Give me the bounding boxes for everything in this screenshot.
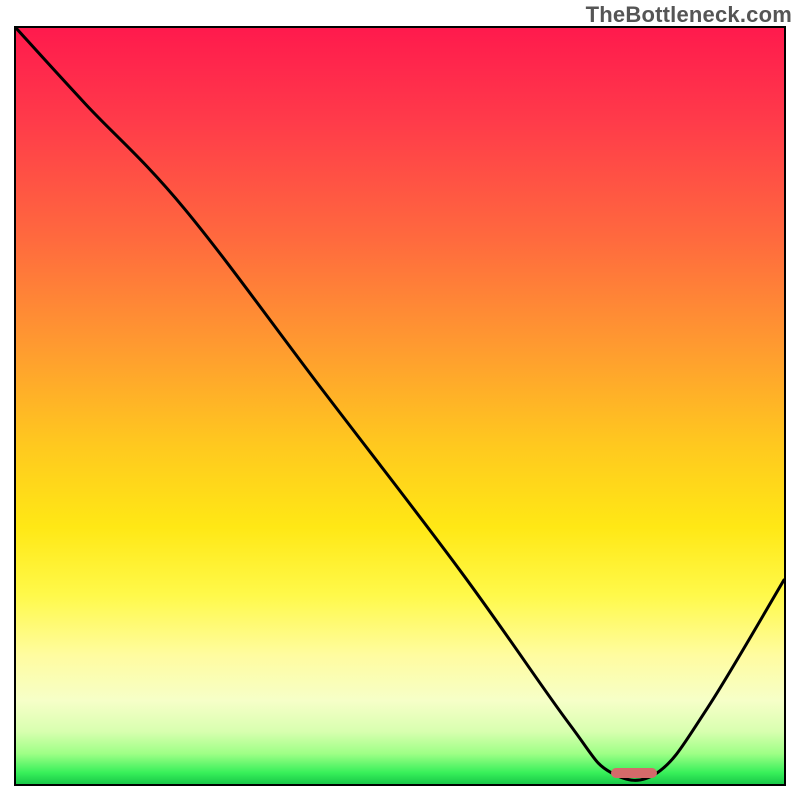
watermark-text: TheBottleneck.com [586,2,792,28]
bottleneck-curve [16,28,784,784]
plot-frame [14,26,786,786]
chart-stage: TheBottleneck.com [0,0,800,800]
curve-path [16,28,784,780]
optimal-range-marker [611,768,657,778]
